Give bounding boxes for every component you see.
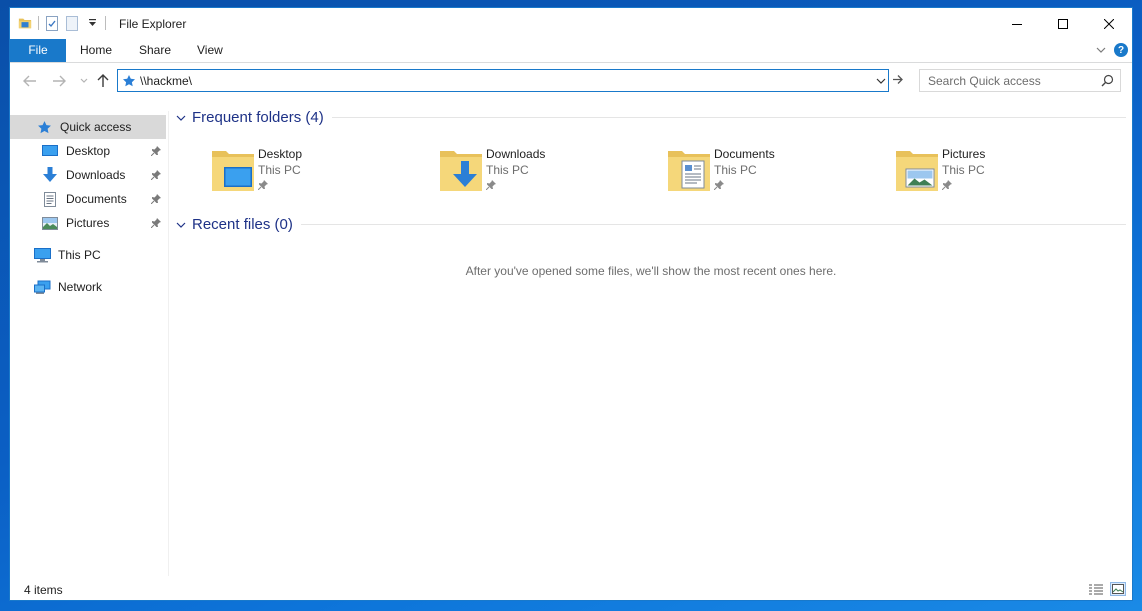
customize-qat-chevron-icon[interactable] xyxy=(85,15,99,31)
maximize-button[interactable] xyxy=(1040,8,1086,39)
documents-icon xyxy=(40,191,60,207)
properties-icon[interactable] xyxy=(45,15,59,31)
folder-tile-documents[interactable]: Documents This PC xyxy=(668,147,868,195)
desktop-folder-icon xyxy=(212,147,254,193)
pictures-folder-icon xyxy=(896,147,938,193)
minimize-button[interactable] xyxy=(994,8,1040,39)
tab-home[interactable]: Home xyxy=(80,39,112,62)
folder-tile-pictures[interactable]: Pictures This PC xyxy=(896,147,1096,195)
documents-folder-icon xyxy=(668,147,710,193)
qat-separator xyxy=(105,16,106,30)
folder-location: This PC xyxy=(942,163,985,177)
view-switcher xyxy=(1088,582,1126,596)
quick-access-toolbar xyxy=(18,15,106,31)
folder-tile-downloads[interactable]: Downloads This PC xyxy=(440,147,640,195)
group-title: Recent files (0) xyxy=(192,216,293,233)
downloads-folder-icon xyxy=(440,147,482,193)
folder-name: Documents xyxy=(714,147,775,161)
item-count: 4 items xyxy=(24,583,63,597)
group-divider xyxy=(331,117,1126,118)
group-divider xyxy=(300,224,1126,225)
search-icon[interactable] xyxy=(1101,74,1114,90)
qat-separator xyxy=(38,16,39,30)
pin-icon[interactable] xyxy=(150,169,161,183)
nav-item-desktop[interactable]: Desktop xyxy=(10,139,166,163)
nav-item-label: This PC xyxy=(58,248,101,262)
desktop-icon xyxy=(40,143,60,159)
folder-location: This PC xyxy=(486,163,529,177)
downloads-icon xyxy=(40,167,60,183)
tab-view[interactable]: View xyxy=(197,39,223,62)
address-path: \\hackme\ xyxy=(140,73,193,88)
pin-icon[interactable] xyxy=(150,193,161,207)
nav-item-label: Documents xyxy=(66,192,127,206)
details-view-icon[interactable] xyxy=(1088,582,1104,596)
close-button[interactable] xyxy=(1086,8,1132,39)
quick-access-star-icon xyxy=(34,119,54,135)
recent-files-empty-message: After you've opened some files, we'll sh… xyxy=(465,264,837,278)
collapse-chevron-icon[interactable] xyxy=(176,218,186,232)
new-folder-icon[interactable] xyxy=(65,15,79,31)
pin-icon xyxy=(713,179,775,193)
nav-item-label: Pictures xyxy=(66,216,110,230)
nav-item-documents[interactable]: Documents xyxy=(10,187,166,211)
folder-name: Desktop xyxy=(258,147,303,161)
tab-file[interactable]: File xyxy=(10,39,66,62)
large-icons-view-icon[interactable] xyxy=(1110,582,1126,596)
network-icon xyxy=(32,279,52,295)
nav-item-downloads[interactable]: Downloads xyxy=(10,163,166,187)
pin-icon xyxy=(257,179,302,193)
nav-item-this-pc[interactable]: This PC xyxy=(10,243,166,267)
computer-icon xyxy=(32,247,52,263)
pin-icon xyxy=(941,179,985,193)
search-box[interactable]: Search Quick access xyxy=(919,69,1121,92)
window-title: File Explorer xyxy=(119,17,187,31)
nav-item-quick-access[interactable]: Quick access xyxy=(10,115,166,139)
collapse-chevron-icon[interactable] xyxy=(176,111,186,125)
pin-icon[interactable] xyxy=(150,217,161,231)
nav-item-pictures[interactable]: Pictures xyxy=(10,211,166,235)
folder-location: This PC xyxy=(714,163,757,177)
go-arrow-icon[interactable] xyxy=(892,74,904,88)
folder-tile-desktop[interactable]: Desktop This PC xyxy=(212,147,412,195)
group-title: Frequent folders (4) xyxy=(192,109,324,126)
status-bar: 4 items xyxy=(10,578,1132,600)
back-arrow-icon[interactable] xyxy=(22,73,38,89)
expand-ribbon-chevron-icon[interactable] xyxy=(1096,43,1106,57)
recent-files-header[interactable]: Recent files (0) xyxy=(176,216,1126,233)
nav-item-label: Downloads xyxy=(66,168,126,182)
window-controls xyxy=(994,8,1132,39)
forward-arrow-icon[interactable] xyxy=(51,73,67,89)
pin-icon[interactable] xyxy=(150,145,161,159)
up-arrow-icon[interactable] xyxy=(95,73,111,89)
content-pane: Frequent folders (4) Desktop This PC Dow… xyxy=(170,103,1132,578)
folder-name: Pictures xyxy=(942,147,986,161)
folder-location: This PC xyxy=(258,163,301,177)
recent-locations-chevron-icon[interactable] xyxy=(76,73,92,89)
file-explorer-window: File Explorer File Home Share View ? \\h… xyxy=(9,7,1133,601)
nav-item-label: Desktop xyxy=(66,144,111,158)
nav-item-label: Quick access xyxy=(60,120,132,134)
tab-share[interactable]: Share xyxy=(139,39,171,62)
help-icon[interactable]: ? xyxy=(1114,43,1128,57)
pictures-icon xyxy=(40,215,60,231)
ribbon-tabs: File Home Share View ? xyxy=(10,39,1132,63)
search-placeholder: Search Quick access xyxy=(928,73,1041,88)
address-row: \\hackme\ Search Quick access xyxy=(10,63,1132,97)
title-bar: File Explorer xyxy=(10,8,1132,39)
folder-name: Downloads xyxy=(486,147,546,161)
address-bar[interactable]: \\hackme\ xyxy=(117,69,889,92)
nav-item-network[interactable]: Network xyxy=(10,275,166,299)
nav-item-label: Network xyxy=(58,280,103,294)
folder-app-icon[interactable] xyxy=(18,15,32,31)
pin-icon xyxy=(485,179,545,193)
frequent-folders-header[interactable]: Frequent folders (4) xyxy=(176,109,1126,126)
ribbon-right-controls: ? xyxy=(1096,43,1128,57)
navigation-pane: Quick access Desktop Downloads Documents… xyxy=(10,111,169,576)
quick-access-star-icon xyxy=(118,74,140,88)
address-history-chevron-icon[interactable] xyxy=(876,74,886,88)
